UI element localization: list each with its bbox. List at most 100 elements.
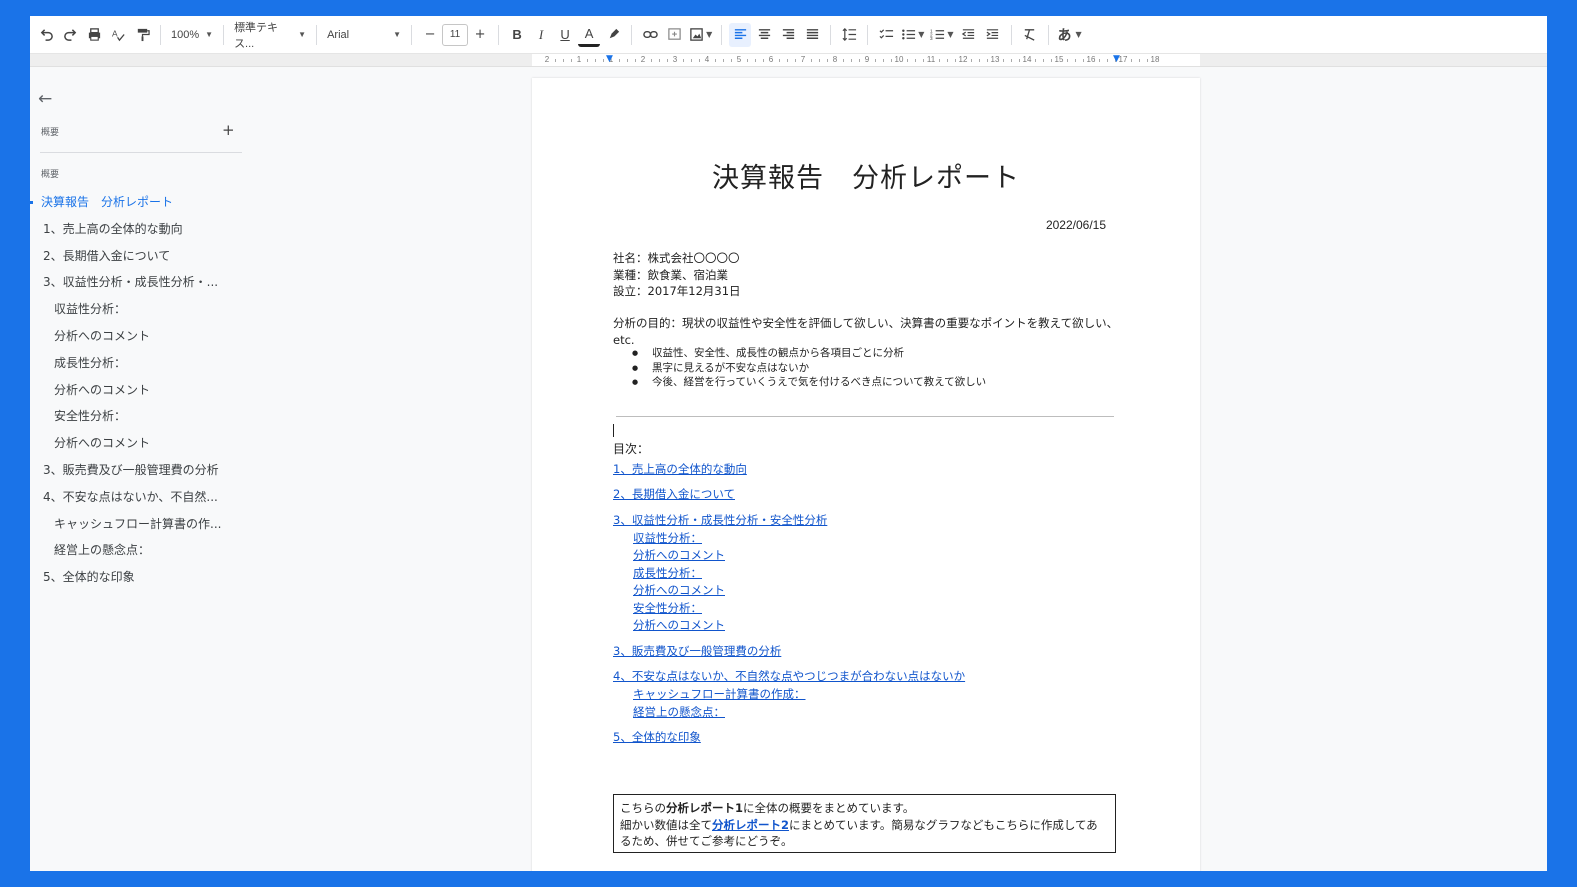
right-indent-marker[interactable]: ▼	[1113, 54, 1120, 64]
increase-font-size-button[interactable]: +	[469, 23, 491, 47]
company-info: 社名：株式会社〇〇〇〇 業種：飲食業、宿泊業 設立：2017年12月31日	[613, 250, 741, 300]
ruler-tick	[787, 59, 788, 62]
undo-icon[interactable]	[35, 23, 57, 47]
analysis-purpose: 分析の目的：現状の収益性や安全性を評価して欲しい、決算書の重要なポイントを教えて…	[613, 316, 1119, 347]
checklist-icon[interactable]	[875, 23, 897, 47]
outline-item[interactable]: 2、長期借入金について	[30, 243, 260, 270]
company-name: 社名：株式会社〇〇〇〇	[613, 251, 740, 265]
toc-link[interactable]: 安全性分析：	[633, 600, 702, 616]
font-size-input[interactable]: 11	[442, 23, 469, 46]
align-left-icon[interactable]	[729, 22, 752, 47]
toc-link[interactable]: 3、販売費及び一般管理費の分析	[613, 643, 781, 659]
link-icon[interactable]	[639, 23, 661, 47]
toolbar: A 100% ▼ 標準テキス... ▼ Arial ▼ − 11 + B I U A …	[30, 16, 1547, 54]
ruler-tick	[1003, 59, 1004, 62]
toc-link[interactable]: 成長性分析：	[633, 565, 702, 581]
style-select[interactable]: 標準テキス... ▼	[230, 22, 310, 50]
toc-link[interactable]: 3、収益性分析・成長性分析・安全性分析	[613, 512, 827, 528]
ruler-label: 16	[1086, 55, 1096, 64]
outline-item[interactable]: 安全性分析：	[30, 403, 260, 430]
ruler-tick	[555, 59, 556, 62]
highlight-icon[interactable]	[602, 23, 624, 47]
outline-item[interactable]: 分析へのコメント	[30, 377, 260, 404]
align-justify-icon[interactable]	[801, 23, 823, 47]
ruler-label: 13	[990, 55, 1000, 64]
toc-link[interactable]: 5、全体的な印象	[613, 729, 701, 745]
ruler-tick	[971, 59, 972, 62]
increase-indent-icon[interactable]	[982, 23, 1004, 47]
text-color-button[interactable]: A	[578, 23, 601, 47]
toc-link[interactable]: 収益性分析：	[633, 530, 702, 546]
ruler-tick	[651, 59, 652, 62]
line-spacing-icon[interactable]	[838, 23, 860, 47]
note-bold-text: 分析レポート1	[666, 801, 744, 815]
toolbar-divider	[498, 24, 500, 45]
ruler-tick	[915, 59, 916, 62]
ruler[interactable]: 2 1 1 2 3 4 5 6 7 8 9 10 11 12 13 14 15 16 17 18 ▼ ▼	[30, 54, 1547, 67]
add-summary-button[interactable]: +	[222, 121, 235, 139]
ruler-label: 6	[768, 55, 774, 64]
outline-item[interactable]: 分析へのコメント	[30, 323, 260, 350]
bold-button[interactable]: B	[506, 23, 528, 47]
outline-item[interactable]: 5、全体的な印象	[30, 564, 260, 591]
outline-item[interactable]: 決算報告 分析レポート	[30, 189, 260, 216]
toc-link[interactable]: 分析へのコメント	[633, 617, 725, 633]
outline-item[interactable]: 収益性分析：	[30, 296, 260, 323]
back-arrow-icon[interactable]: ←	[38, 89, 52, 109]
zoom-select[interactable]: 100% ▼	[167, 23, 217, 47]
redo-icon[interactable]	[59, 23, 81, 47]
ruler-label: 1	[576, 55, 582, 64]
toc-link[interactable]: キャッシュフロー計算書の作成：	[633, 686, 806, 702]
underline-button[interactable]: U	[554, 23, 576, 47]
outline-item[interactable]: 4、不安な点はないか、不自然...	[30, 484, 260, 511]
outline-item[interactable]: 1、売上高の全体的な動向	[30, 216, 260, 243]
decrease-indent-icon[interactable]	[958, 23, 980, 47]
report-2-link[interactable]: 分析レポート2	[712, 818, 789, 832]
paint-format-icon[interactable]	[131, 23, 153, 47]
ruler-label: 2	[640, 55, 646, 64]
document-page[interactable]: 決算報告 分析レポート 2022/06/15 社名：株式会社〇〇〇〇 業種：飲食…	[532, 78, 1200, 871]
print-icon[interactable]	[83, 23, 105, 47]
toolbar-divider	[721, 24, 723, 45]
purpose-bullets: 収益性、安全性、成長性の観点から各項目ごとに分析 黒字に見えるが不安な点はないか…	[632, 346, 986, 390]
insert-image-icon[interactable]: ▼	[687, 23, 714, 47]
bulleted-list-icon[interactable]: ▼	[899, 23, 926, 47]
ruler-tick	[779, 59, 780, 62]
ruler-tick	[1075, 59, 1076, 62]
toc-link[interactable]: 経営上の懸念点：	[633, 704, 725, 720]
outline-item[interactable]: 分析へのコメント	[30, 430, 260, 457]
outline-item[interactable]: 経営上の懸念点：	[30, 537, 260, 564]
italic-button[interactable]: I	[530, 23, 552, 47]
ruler-tick	[883, 59, 884, 62]
docs-app: A 100% ▼ 標準テキス... ▼ Arial ▼ − 11 + B I U A …	[30, 16, 1547, 871]
company-industry: 業種：飲食業、宿泊業	[613, 267, 728, 282]
ruler-tick	[627, 59, 628, 62]
ruler-tick	[1099, 59, 1100, 62]
zoom-value: 100%	[171, 28, 200, 41]
note-text: 細かい数値は全て	[620, 817, 712, 832]
outline-item[interactable]: 成長性分析：	[30, 350, 260, 377]
clear-formatting-icon[interactable]	[1019, 23, 1041, 47]
ruler-tick	[843, 59, 844, 62]
spellcheck-icon[interactable]: A	[107, 23, 129, 47]
toc-link[interactable]: 4、不安な点はないか、不自然な点やつじつまが合わない点はないか	[613, 668, 965, 684]
align-right-icon[interactable]	[777, 23, 799, 47]
input-tools-button[interactable]: あ ▼	[1056, 23, 1084, 47]
numbered-list-icon[interactable]: 1 2 3 ▼	[928, 23, 955, 47]
text-cursor	[613, 424, 614, 437]
toc-link[interactable]: 分析へのコメント	[633, 582, 725, 598]
font-select[interactable]: Arial ▼	[323, 23, 405, 47]
comment-icon[interactable]	[663, 23, 685, 47]
decrease-font-size-button[interactable]: −	[419, 23, 441, 47]
outline-item[interactable]: 3、販売費及び一般管理費の分析	[30, 457, 260, 484]
ruler-tick	[1107, 59, 1108, 62]
ruler-tick	[715, 59, 716, 62]
toc-link[interactable]: 2、長期借入金について	[613, 486, 735, 502]
outline-item[interactable]: 3、収益性分析・成長性分析・...	[30, 269, 260, 296]
outline-item[interactable]: キャッシュフロー計算書の作...	[30, 511, 260, 538]
align-center-icon[interactable]	[753, 23, 775, 47]
ruler-label: 11	[926, 55, 936, 64]
toc-link[interactable]: 分析へのコメント	[633, 547, 725, 563]
left-indent-marker[interactable]: ▼	[606, 54, 613, 64]
toc-link[interactable]: 1、売上高の全体的な動向	[613, 461, 747, 477]
